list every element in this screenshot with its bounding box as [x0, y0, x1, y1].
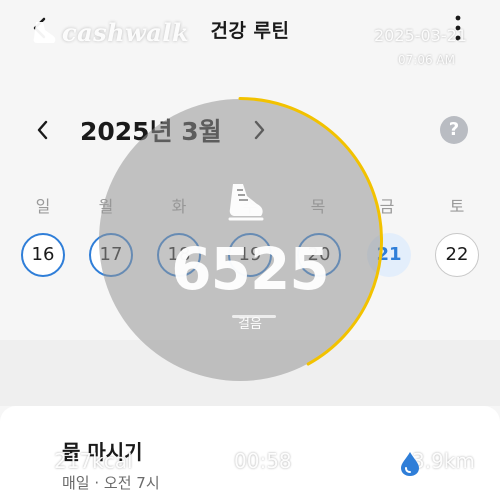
day-22[interactable]: 22 — [435, 233, 479, 277]
cashwalk-logo: cashwalk — [30, 18, 189, 47]
brand-name: cashwalk — [62, 18, 190, 47]
stat-calories: 217kcal — [28, 449, 133, 473]
stat-duration: 00:58 — [206, 449, 292, 473]
chevron-left-icon[interactable] — [32, 117, 54, 143]
routine-schedule: 매일 · 오전 7시 — [62, 474, 160, 492]
step-count-label: 걸음 — [238, 317, 262, 332]
calories-value: 217kcal — [54, 449, 133, 473]
clock-icon — [207, 450, 229, 472]
overlay-time: 07:06 AM — [398, 53, 455, 67]
day-16[interactable]: 16 — [21, 233, 65, 277]
weekday-sun: 일 — [35, 197, 51, 216]
overlay-date: 2025-03-21 — [374, 26, 467, 45]
weekday-sat: 토 — [449, 197, 465, 216]
flame-icon — [30, 449, 48, 473]
step-count: 6525 — [171, 235, 329, 303]
help-icon[interactable]: ? — [440, 116, 468, 144]
running-shoe-icon — [228, 184, 264, 221]
water-drop-icon — [401, 452, 419, 476]
shoe-logo-icon — [33, 21, 56, 43]
duration-value: 00:58 — [234, 449, 292, 473]
